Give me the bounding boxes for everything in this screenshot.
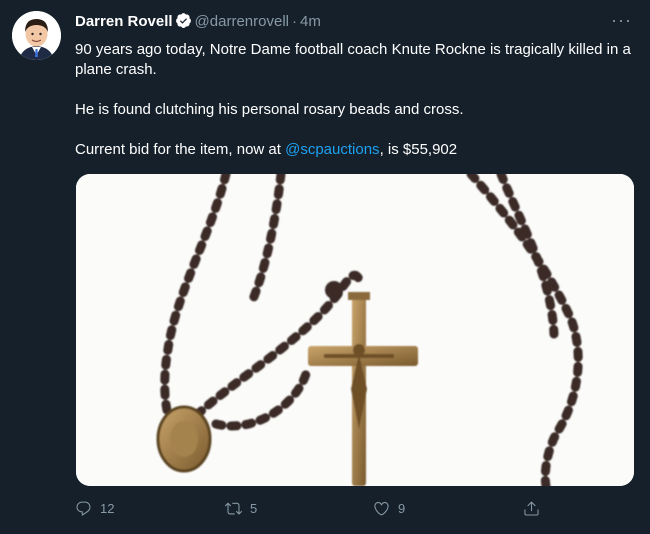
tweet-actions: 12 5 9	[75, 500, 575, 524]
like-count: 9	[398, 501, 406, 516]
tweet-time[interactable]: 4m	[300, 13, 321, 30]
text-segment: , is $55,902	[379, 141, 458, 158]
share-button[interactable]	[523, 500, 548, 517]
author-handle[interactable]: @darrenrovell	[195, 13, 289, 30]
reply-icon	[76, 501, 91, 516]
separator-dot: ·	[291, 13, 297, 30]
tweet-paragraph-3: Current bid for the item, now at @scpauc…	[75, 140, 635, 160]
like-button[interactable]: 9	[373, 500, 405, 517]
tweet-header: Darren Rovell @darrenrovell · 4m	[75, 12, 321, 35]
reply-button[interactable]: 12	[75, 500, 114, 517]
verified-badge-icon	[175, 12, 192, 35]
retweet-icon	[225, 502, 242, 515]
text-segment: Current bid for the item, now at	[75, 141, 286, 158]
reply-count: 12	[100, 501, 115, 516]
tweet-media-image[interactable]	[76, 174, 634, 486]
share-icon	[524, 501, 539, 516]
tweet[interactable]: Darren Rovell @darrenrovell · 4m ··· 90 yea…	[0, 0, 650, 534]
tweet-text: 90 years ago today, Notre Dame football …	[75, 40, 635, 180]
rosary-cross-photo	[76, 174, 634, 486]
tweet-paragraph-1: 90 years ago today, Notre Dame football …	[75, 41, 631, 78]
mention-link[interactable]: @scpauctions	[285, 141, 379, 158]
avatar[interactable]	[12, 11, 61, 60]
like-icon	[374, 501, 389, 516]
more-icon[interactable]: ···	[611, 10, 632, 31]
retweet-button[interactable]: 5	[225, 500, 257, 517]
author-name[interactable]: Darren Rovell	[75, 13, 173, 30]
tweet-paragraph-2: He is found clutching his personal rosar…	[75, 101, 464, 118]
retweet-count: 5	[250, 501, 258, 516]
